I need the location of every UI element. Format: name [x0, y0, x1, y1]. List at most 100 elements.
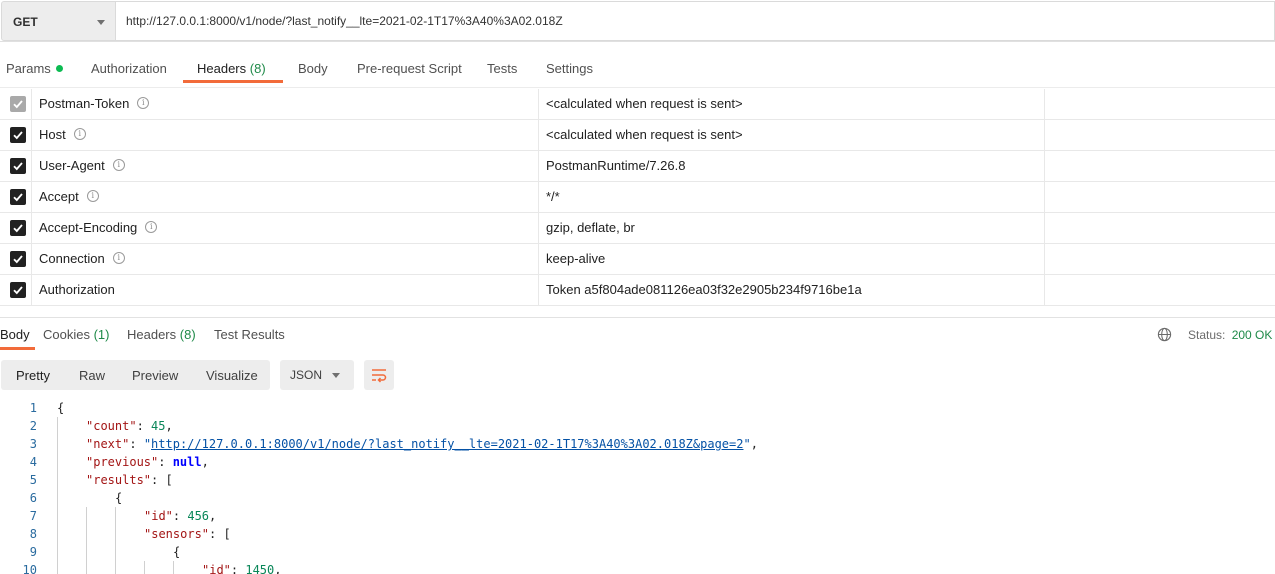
header-checkbox-cell [0, 182, 32, 213]
indent-guide [173, 561, 174, 574]
header-checkbox[interactable] [10, 127, 26, 143]
status-label: Status: [1188, 328, 1226, 342]
header-checkbox-cell [0, 275, 32, 306]
info-icon[interactable] [73, 128, 86, 140]
request-tabs: Params Authorization Headers (8) Body Pr… [0, 42, 1275, 88]
header-key-cell[interactable]: Accept-Encoding [32, 213, 539, 244]
header-value-cell[interactable]: gzip, deflate, br [539, 213, 1045, 244]
header-description-cell[interactable] [1045, 244, 1275, 275]
method-select[interactable]: GET [1, 1, 116, 41]
header-checkbox[interactable] [10, 189, 26, 205]
header-value-cell[interactable]: PostmanRuntime/7.26.8 [539, 151, 1045, 182]
indent-guide [57, 417, 58, 574]
header-value-cell[interactable]: keep-alive [539, 244, 1045, 275]
header-value-cell[interactable]: */* [539, 182, 1045, 213]
code-line: 2 "count": 45, [0, 417, 1275, 435]
header-key-cell[interactable]: User-Agent [32, 151, 539, 182]
code-text: "next": "http://127.0.0.1:8000/v1/node/?… [86, 437, 758, 451]
format-label: JSON [290, 368, 323, 382]
code-text: "id": 456, [144, 509, 217, 523]
active-tab-underline [183, 80, 283, 83]
tab-prerequest-script[interactable]: Pre-request Script [357, 61, 462, 76]
view-visualize-button[interactable]: Visualize [206, 368, 258, 383]
header-checkbox-cell [0, 213, 32, 244]
tab-prerequest-label: Pre-request Script [357, 61, 462, 76]
header-checkbox[interactable] [10, 251, 26, 267]
code-line: 1{ [0, 399, 1275, 417]
header-description-cell[interactable] [1045, 120, 1275, 151]
tab-body[interactable]: Body [298, 61, 328, 76]
url-input[interactable]: http://127.0.0.1:8000/v1/node/?last_noti… [116, 1, 1275, 41]
header-key-cell[interactable]: Authorization [32, 275, 539, 306]
header-value-cell[interactable]: <calculated when request is sent> [539, 89, 1045, 120]
check-icon [13, 286, 23, 295]
code-text: { [57, 401, 65, 415]
next-page-link[interactable]: http://127.0.0.1:8000/v1/node/?last_noti… [151, 437, 743, 451]
response-tab-cookies-label: Cookies [43, 327, 90, 342]
header-description-cell[interactable] [1045, 182, 1275, 213]
response-tabs: Body Cookies (1) Headers (8) Test Result… [0, 318, 1275, 350]
globe-icon[interactable] [1157, 327, 1172, 342]
response-tab-cookies-count: (1) [93, 327, 110, 342]
view-preview-button[interactable]: Preview [132, 368, 178, 383]
code-text: "sensors": [ [144, 527, 231, 541]
header-checkbox[interactable] [10, 158, 26, 174]
tab-headers-count: (8) [249, 61, 266, 76]
code-text: "results": [ [86, 473, 173, 487]
code-text: "id": 1450, [202, 563, 282, 574]
response-body-code[interactable]: 1{2 "count": 45, 3 "next": "http://127.0.0.… [0, 399, 1275, 574]
tab-headers[interactable]: Headers (8) [197, 61, 266, 76]
tab-settings[interactable]: Settings [546, 61, 593, 76]
header-key-cell[interactable]: Connection [32, 244, 539, 275]
tab-params[interactable]: Params [6, 61, 63, 76]
header-key: Postman-Token [39, 96, 130, 111]
header-key: Connection [39, 251, 105, 266]
response-tab-test-results-label: Test Results [214, 327, 285, 342]
info-icon[interactable] [112, 252, 125, 264]
header-checkbox-cell [0, 120, 32, 151]
code-text: { [173, 545, 181, 559]
format-select[interactable]: JSON [280, 360, 354, 390]
check-icon [13, 131, 23, 140]
header-description-cell[interactable] [1045, 275, 1275, 306]
header-checkbox-cell [0, 151, 32, 182]
line-number: 3 [29, 437, 37, 451]
code-line: 3 "next": "http://127.0.0.1:8000/v1/node/… [0, 435, 1275, 453]
indent-guide [86, 507, 87, 574]
info-icon[interactable] [145, 221, 158, 233]
header-checkbox[interactable] [10, 220, 26, 236]
header-value: Token a5f804ade081126ea03f32e2905b234f97… [546, 282, 862, 297]
line-number: 1 [29, 401, 37, 415]
header-row: Accept-Encoding gzip, deflate, br [0, 213, 1275, 244]
tab-tests[interactable]: Tests [487, 61, 517, 76]
response-tab-cookies[interactable]: Cookies (1) [43, 327, 109, 342]
header-checkbox [10, 96, 26, 112]
header-description-cell[interactable] [1045, 151, 1275, 182]
response-status: Status: 200 OK [1188, 328, 1272, 342]
wrap-lines-button[interactable] [364, 360, 394, 390]
header-key-cell[interactable]: Postman-Token [32, 89, 539, 120]
response-tab-headers-count: (8) [179, 327, 196, 342]
status-value[interactable]: 200 OK [1232, 328, 1273, 342]
view-pretty-button[interactable]: Pretty [16, 368, 50, 383]
header-value-cell[interactable]: <calculated when request is sent> [539, 120, 1045, 151]
view-raw-button[interactable]: Raw [79, 368, 105, 383]
response-tab-body[interactable]: Body [0, 327, 30, 342]
info-icon[interactable] [112, 159, 125, 171]
header-description-cell[interactable] [1045, 213, 1275, 244]
header-checkbox[interactable] [10, 282, 26, 298]
tab-body-label: Body [298, 61, 328, 76]
header-key-cell[interactable]: Accept [32, 182, 539, 213]
code-text: "previous": null, [86, 455, 209, 469]
response-tab-headers[interactable]: Headers (8) [127, 327, 196, 342]
line-number: 9 [29, 545, 37, 559]
header-description-cell[interactable] [1045, 89, 1275, 120]
tab-authorization[interactable]: Authorization [91, 61, 167, 76]
response-tab-test-results[interactable]: Test Results [214, 327, 285, 342]
header-key-cell[interactable]: Host [32, 120, 539, 151]
header-row: Postman-Token <calculated when request is… [0, 89, 1275, 120]
header-key: Authorization [39, 282, 115, 297]
info-icon[interactable] [137, 97, 150, 109]
info-icon[interactable] [86, 190, 99, 202]
header-value-cell[interactable]: Token a5f804ade081126ea03f32e2905b234f97… [539, 275, 1045, 306]
